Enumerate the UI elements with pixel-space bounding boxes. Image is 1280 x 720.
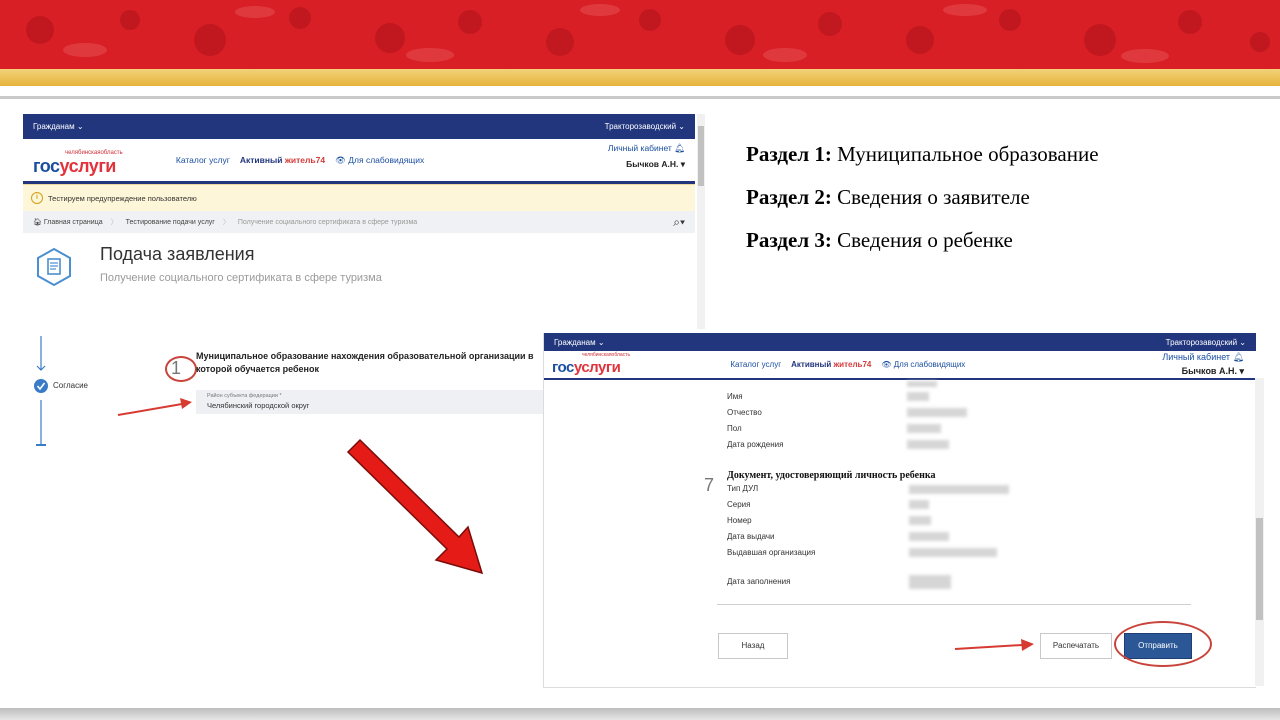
annotation-arrows (117, 398, 1034, 651)
arrow-to-print-icon (954, 639, 1034, 651)
bottom-rule (0, 708, 1280, 720)
big-down-arrow-icon (346, 438, 484, 575)
arrow-to-field-icon (117, 398, 192, 416)
